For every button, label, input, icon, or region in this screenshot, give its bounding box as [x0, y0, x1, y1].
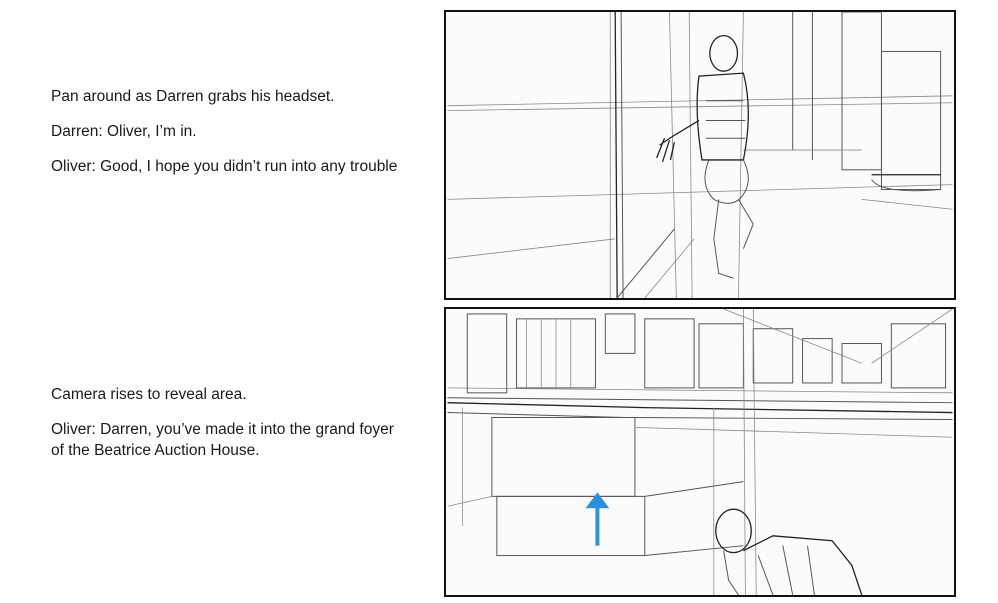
storyboard-panel-2: [444, 307, 956, 597]
shot-1-direction: Pan around as Darren grabs his headset.: [51, 88, 335, 105]
shot-1-dialogue-2: Oliver: Good, I hope you didn’t run into…: [51, 158, 398, 175]
shot-2-notes: Camera rises to reveal area. Oliver: Dar…: [51, 384, 411, 475]
shot-1-dialogue-1: Darren: Oliver, I’m in.: [51, 123, 197, 140]
shot-2-dialogue-1: Oliver: Darren, you’ve made it into the …: [51, 421, 394, 459]
shot-2-direction: Camera rises to reveal area.: [51, 386, 247, 403]
panel-1-sketch: [447, 12, 953, 298]
shot-1-notes: Pan around as Darren grabs his headset. …: [51, 86, 411, 191]
panel-2-sketch: [447, 309, 953, 595]
storyboard-panel-1: [444, 10, 956, 300]
camera-rise-arrowhead: [585, 492, 610, 509]
